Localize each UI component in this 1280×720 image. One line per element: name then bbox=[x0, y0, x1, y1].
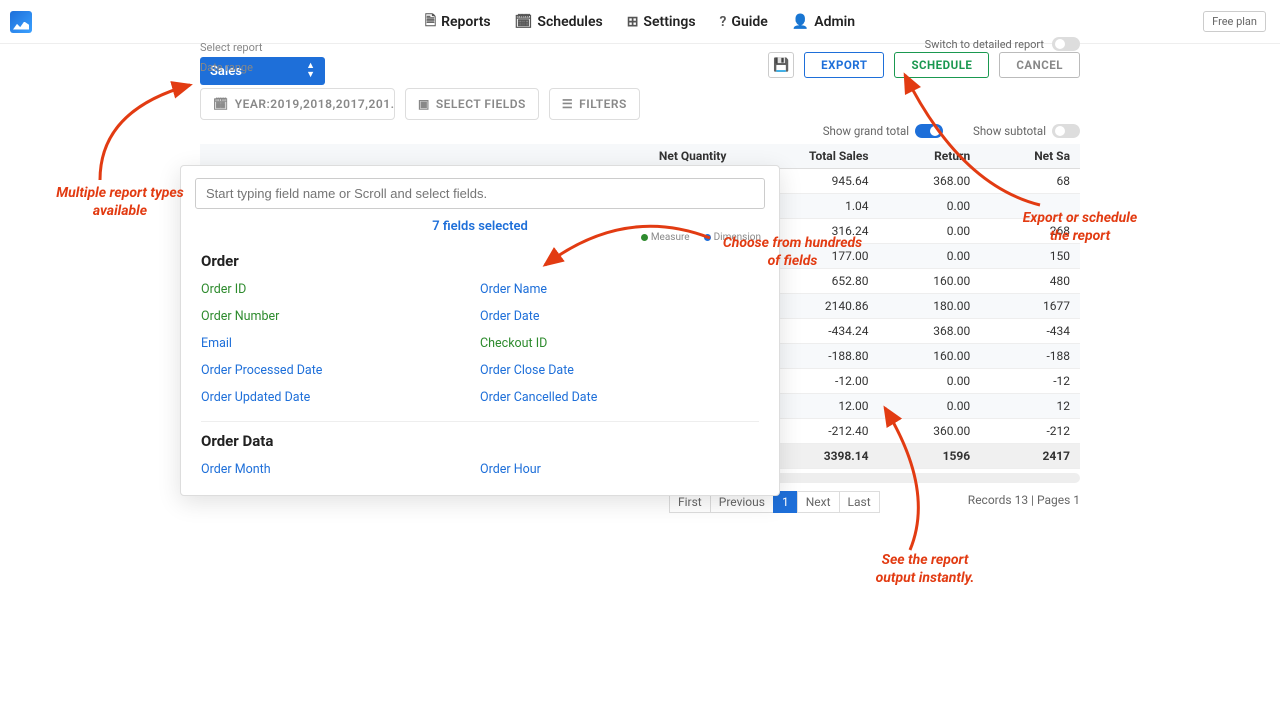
nav-label: Admin bbox=[814, 14, 855, 30]
field-option[interactable]: Order ID bbox=[201, 276, 480, 303]
table-cell: 0.00 bbox=[878, 219, 980, 244]
subtotal-label: Show subtotal bbox=[973, 124, 1046, 138]
table-cell: 368.00 bbox=[878, 169, 980, 194]
grand-total-toggle[interactable] bbox=[915, 124, 943, 138]
table-cell: 68 bbox=[980, 169, 1080, 194]
nav-reports[interactable]: 🗎 Reports bbox=[425, 10, 491, 34]
field-option[interactable]: Order Processed Date bbox=[201, 357, 480, 384]
field-legend: Measure Dimension bbox=[641, 232, 761, 243]
field-option[interactable]: Order Hour bbox=[480, 456, 759, 483]
table-cell: -434 bbox=[980, 319, 1080, 344]
field-option[interactable]: Order Number bbox=[201, 303, 480, 330]
chevron-updown-icon: ▲▼ bbox=[306, 62, 315, 80]
schedules-icon: 🗓 bbox=[515, 14, 533, 30]
daterange-value: YEAR:2019,2018,2017,201... bbox=[235, 97, 395, 111]
field-option[interactable]: Order Cancelled Date bbox=[480, 384, 759, 411]
table-cell: 268 bbox=[980, 219, 1080, 244]
admin-icon: 👤 bbox=[792, 14, 809, 30]
table-cell: 0.00 bbox=[878, 194, 980, 219]
table-cell: 0.00 bbox=[878, 244, 980, 269]
table-cell: -12 bbox=[980, 369, 1080, 394]
table-cell: 0.00 bbox=[878, 394, 980, 419]
subtotal-toggle[interactable] bbox=[1052, 124, 1080, 138]
fields-list[interactable]: OrderOrder IDOrder NameOrder NumberOrder… bbox=[181, 236, 779, 495]
field-option[interactable]: Order Close Date bbox=[480, 357, 759, 384]
legend-measure: Measure bbox=[651, 232, 690, 243]
field-option[interactable]: Order Month bbox=[201, 456, 480, 483]
settings-icon: ⊞ bbox=[627, 14, 639, 30]
table-header: Net Sa bbox=[980, 144, 1080, 169]
table-cell: 150 bbox=[980, 244, 1080, 269]
field-search-input[interactable] bbox=[195, 178, 765, 209]
select-fields-label: SELECT FIELDS bbox=[436, 97, 526, 111]
nav-links: 🗎 Reports 🗓Schedules ⊞Settings ?Guide 👤 Ad… bbox=[425, 10, 855, 34]
field-option[interactable]: Order Name bbox=[480, 276, 759, 303]
filters-label: FILTERS bbox=[579, 97, 627, 111]
table-cell: 2417 bbox=[980, 444, 1080, 469]
table-cell bbox=[980, 194, 1080, 219]
fields-icon: ▣ bbox=[418, 97, 430, 111]
record-count: Records 13 | Pages 1 bbox=[968, 493, 1080, 507]
field-option[interactable]: Order Updated Date bbox=[201, 384, 480, 411]
table-cell: -212 bbox=[980, 419, 1080, 444]
table-cell: 160.00 bbox=[878, 269, 980, 294]
filters-button[interactable]: ☰ FILTERS bbox=[549, 88, 640, 120]
grand-total-label: Show grand total bbox=[823, 124, 909, 138]
table-cell: 368.00 bbox=[878, 319, 980, 344]
field-option[interactable]: Order Date bbox=[480, 303, 759, 330]
calendar-icon: 🗓 bbox=[213, 97, 229, 111]
annotation-output: See the reportoutput instantly. bbox=[850, 552, 1000, 587]
page-next[interactable]: Next bbox=[797, 491, 840, 513]
daterange-label: Date range bbox=[200, 61, 1080, 74]
field-option[interactable]: Email bbox=[201, 330, 480, 357]
nav-label: Reports bbox=[441, 14, 491, 30]
table-cell: 180.00 bbox=[878, 294, 980, 319]
table-cell: 1596 bbox=[878, 444, 980, 469]
free-plan-badge[interactable]: Free plan bbox=[1203, 11, 1266, 32]
detailed-toggle[interactable] bbox=[1052, 37, 1080, 51]
totals-toggles: Show grand total Show subtotal bbox=[200, 124, 1080, 138]
table-cell: 12 bbox=[980, 394, 1080, 419]
field-group-title: Order bbox=[201, 252, 759, 270]
fields-dropdown: 7 fields selected Measure Dimension Orde… bbox=[180, 165, 780, 496]
table-cell: -188 bbox=[980, 344, 1080, 369]
legend-dimension: Dimension bbox=[714, 232, 761, 243]
daterange-picker[interactable]: 🗓 YEAR:2019,2018,2017,201... bbox=[200, 88, 395, 120]
guide-icon: ? bbox=[720, 14, 727, 30]
nav-guide[interactable]: ?Guide bbox=[720, 10, 768, 34]
nav-label: Settings bbox=[643, 14, 695, 30]
field-option[interactable]: Checkout ID bbox=[480, 330, 759, 357]
app-logo bbox=[10, 11, 32, 33]
reports-icon: 🗎 bbox=[425, 10, 436, 34]
detailed-toggle-row: Switch to detailed report bbox=[200, 37, 1080, 51]
nav-label: Schedules bbox=[537, 14, 602, 30]
page-last[interactable]: Last bbox=[839, 491, 880, 513]
detailed-label: Switch to detailed report bbox=[925, 38, 1044, 51]
table-header: Return bbox=[878, 144, 980, 169]
nav-label: Guide bbox=[731, 14, 767, 30]
field-group-title: Order Data bbox=[201, 432, 759, 450]
filter-icon: ☰ bbox=[562, 97, 573, 111]
toolbar: 🗓 YEAR:2019,2018,2017,201... ▣ SELECT FI… bbox=[200, 88, 1080, 120]
table-cell: 0.00 bbox=[878, 369, 980, 394]
measure-dot-icon bbox=[641, 234, 648, 241]
table-cell: 480 bbox=[980, 269, 1080, 294]
table-cell: 1677 bbox=[980, 294, 1080, 319]
nav-schedules[interactable]: 🗓Schedules bbox=[515, 10, 603, 34]
dimension-dot-icon bbox=[704, 234, 711, 241]
table-cell: 360.00 bbox=[878, 419, 980, 444]
table-cell: 160.00 bbox=[878, 344, 980, 369]
select-fields-button[interactable]: ▣ SELECT FIELDS bbox=[405, 88, 539, 120]
nav-settings[interactable]: ⊞Settings bbox=[627, 10, 696, 34]
nav-admin[interactable]: 👤 Admin bbox=[792, 10, 855, 34]
